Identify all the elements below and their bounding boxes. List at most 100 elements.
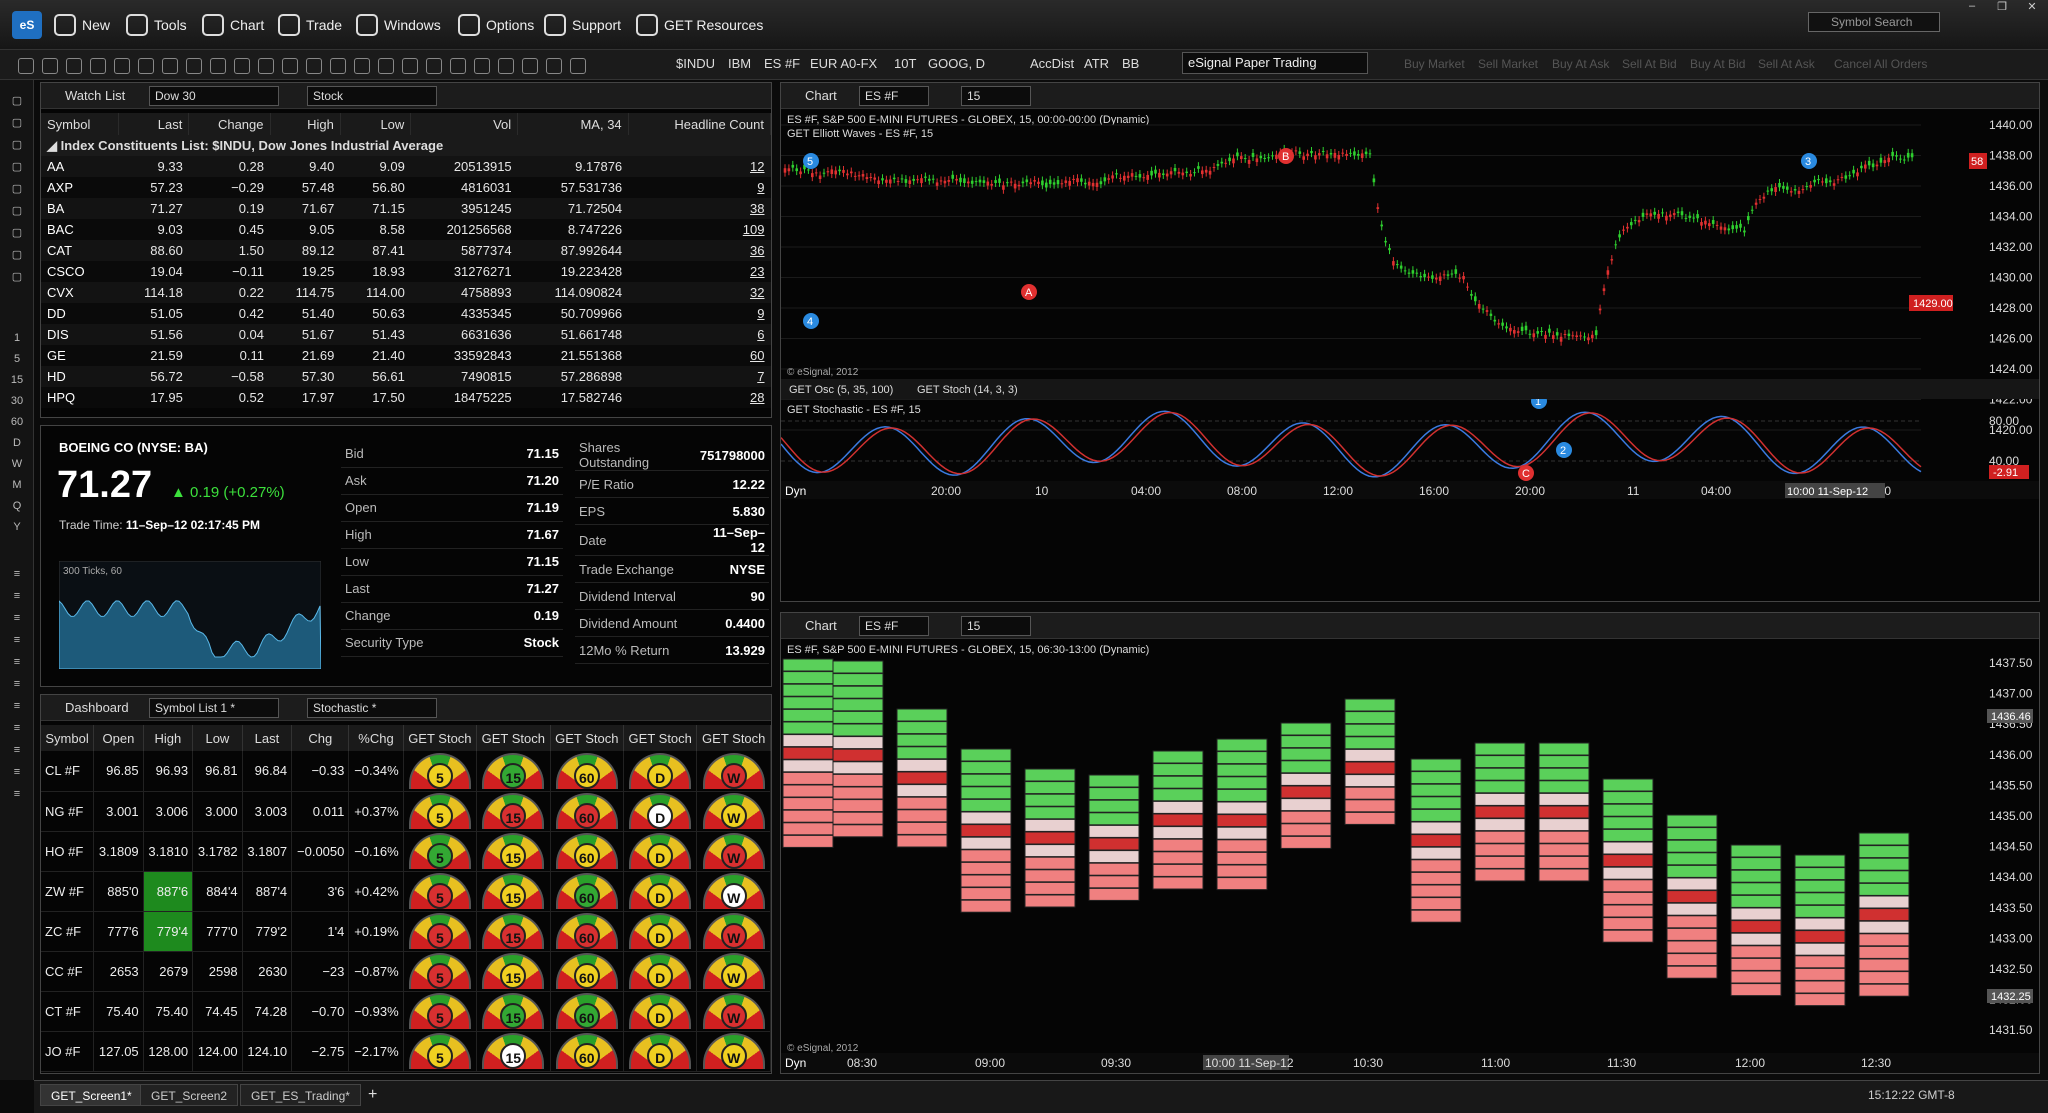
dashboard-list-select[interactable]: Symbol List 1 * — [149, 698, 279, 718]
watchlist-row[interactable]: CAT 88.60 1.50 89.12 87.41 5877374 87.992644 36 — [41, 240, 771, 261]
esignal-logo[interactable]: eS — [12, 11, 42, 39]
toolbar-symbol-link[interactable]: EUR A0-FX — [810, 54, 877, 74]
strip-tool-icon[interactable]: ▢ — [4, 248, 30, 261]
toolbar-tool-icon[interactable] — [66, 58, 82, 74]
toolbar-tool-icon[interactable] — [186, 58, 202, 74]
dashboard-column-header[interactable]: GET Stoch — [403, 725, 476, 751]
toolbar-tool-icon[interactable] — [90, 58, 106, 74]
order-button-sell-market[interactable]: Sell Market — [1478, 54, 1538, 74]
menu-options-button[interactable]: Options — [458, 13, 534, 37]
toolbar-symbol-link[interactable]: 10T — [894, 54, 916, 74]
toolbar-tool-icon[interactable] — [474, 58, 490, 74]
strip-drawing-icon[interactable]: ≡ — [4, 788, 30, 800]
interval-button-5[interactable]: 5 — [4, 353, 30, 365]
dashboard-row[interactable]: ZC #F 777'6 779'4 777'0 779'2 1'4 +0.19% 5 15 60 D… — [41, 911, 771, 951]
account-select[interactable]: eSignal Paper Trading — [1182, 52, 1368, 74]
menu-chart-button[interactable]: Chart — [202, 13, 264, 37]
toolbar-symbol-link[interactable]: GOOG, D — [928, 54, 985, 74]
dashboard-column-header[interactable]: GET Stoch — [550, 725, 623, 751]
toolbar-study-button[interactable]: BB — [1122, 54, 1139, 74]
strip-tool-icon[interactable]: ▢ — [4, 138, 30, 151]
order-button-sell-at-ask[interactable]: Sell At Ask — [1758, 54, 1815, 74]
dashboard-column-header[interactable]: Low — [193, 725, 243, 751]
interval-button-15[interactable]: 15 — [4, 374, 30, 386]
symbol-search-box[interactable]: Symbol Search — [1808, 12, 1940, 32]
toolbar-tool-icon[interactable] — [570, 58, 586, 74]
watchlist-row[interactable]: BAC 9.03 0.45 9.05 8.58 201256568 8.747226 109 — [41, 219, 771, 240]
interval-button-30[interactable]: 30 — [4, 395, 30, 407]
interval-button-Y[interactable]: Y — [4, 521, 30, 533]
interval-button-1[interactable]: 1 — [4, 332, 30, 344]
minimize-button[interactable]: – — [1960, 0, 1984, 14]
strip-drawing-icon[interactable]: ≡ — [4, 612, 30, 624]
strip-drawing-icon[interactable]: ≡ — [4, 656, 30, 668]
watchlist-row[interactable]: BA 71.27 0.19 71.67 71.15 3951245 71.72504 38 — [41, 198, 771, 219]
dashboard-row[interactable]: CT #F 75.40 75.40 74.45 74.28 −0.70 −0.93% 5 15 6… — [41, 991, 771, 1031]
dashboard-column-header[interactable]: GET Stoch — [477, 725, 550, 751]
dashboard-row[interactable]: CL #F 96.85 96.93 96.81 96.84 −0.33 −0.34% 5 15 6… — [41, 751, 771, 791]
toolbar-tool-icon[interactable] — [18, 58, 34, 74]
chart2-symbol-select[interactable]: ES #F — [859, 616, 929, 636]
watchlist-column-header[interactable]: MA, 34 — [518, 113, 629, 135]
strip-tool-icon[interactable]: ▢ — [4, 160, 30, 173]
toolbar-tool-icon[interactable] — [450, 58, 466, 74]
watchlist-type-select[interactable]: Stock — [307, 86, 437, 106]
dashboard-column-header[interactable]: Last — [242, 725, 292, 751]
toolbar-tool-icon[interactable] — [498, 58, 514, 74]
menu-support-button[interactable]: Support — [544, 13, 621, 37]
chart2-interval-select[interactable]: 15 — [961, 616, 1031, 636]
strip-tool-icon[interactable]: ▢ — [4, 94, 30, 107]
toolbar-tool-icon[interactable] — [378, 58, 394, 74]
watchlist-row[interactable]: DD 51.05 0.42 51.40 50.63 4335345 50.709966 9 — [41, 303, 771, 324]
toolbar-tool-icon[interactable] — [546, 58, 562, 74]
dashboard-column-header[interactable]: High — [143, 725, 193, 751]
close-icon[interactable]: ✕ — [2020, 0, 2044, 14]
watchlist-column-header[interactable]: Change — [189, 113, 270, 135]
strip-drawing-icon[interactable]: ≡ — [4, 722, 30, 734]
screen-tab[interactable]: GET_Screen2 — [140, 1084, 238, 1106]
watchlist-row[interactable]: HPQ 17.95 0.52 17.97 17.50 18475225 17.582746 2… — [41, 387, 771, 408]
toolbar-tool-icon[interactable] — [138, 58, 154, 74]
dashboard-row[interactable]: ZW #F 885'0 887'6 884'4 887'4 3'6 +0.42% 5 15 60 D… — [41, 871, 771, 911]
strip-drawing-icon[interactable]: ≡ — [4, 700, 30, 712]
chart1-interval-select[interactable]: 15 — [961, 86, 1031, 106]
toolbar-study-button[interactable]: ATR — [1084, 54, 1109, 74]
menu-get-resources-button[interactable]: GET Resources — [636, 13, 763, 37]
chart1-study-tab[interactable]: GET Stoch (14, 3, 3) — [917, 384, 1018, 396]
order-button-buy-at-bid[interactable]: Buy At Bid — [1690, 54, 1745, 74]
strip-drawing-icon[interactable]: ≡ — [4, 568, 30, 580]
order-button-sell-at-bid[interactable]: Sell At Bid — [1622, 54, 1677, 74]
watchlist-column-header[interactable]: Vol — [411, 113, 518, 135]
interval-button-Q[interactable]: Q — [4, 500, 30, 512]
dashboard-row[interactable]: NG #F 3.001 3.006 3.000 3.003 0.011 +0.37% 5 15 6… — [41, 791, 771, 831]
dashboard-column-header[interactable]: Chg — [292, 725, 349, 751]
strip-drawing-icon[interactable]: ≡ — [4, 678, 30, 690]
toolbar-tool-icon[interactable] — [402, 58, 418, 74]
toolbar-tool-icon[interactable] — [162, 58, 178, 74]
watchlist-row[interactable]: DIS 51.56 0.04 51.67 51.43 6631636 51.661748 6 — [41, 324, 771, 345]
watchlist-column-header[interactable]: Low — [340, 113, 410, 135]
watchlist-row[interactable]: AA 9.33 0.28 9.40 9.09 20513915 9.17876 12 — [41, 156, 771, 177]
toolbar-tool-icon[interactable] — [426, 58, 442, 74]
strip-tool-icon[interactable]: ▢ — [4, 270, 30, 283]
strip-drawing-icon[interactable]: ≡ — [4, 766, 30, 778]
chart2-canvas[interactable]: ES #F, S&P 500 E-MINI FUTURES - GLOBEX, … — [781, 639, 2039, 1073]
chart1-symbol-select[interactable]: ES #F — [859, 86, 929, 106]
toolbar-tool-icon[interactable] — [522, 58, 538, 74]
toolbar-tool-icon[interactable] — [234, 58, 250, 74]
menu-windows-button[interactable]: Windows — [356, 13, 441, 37]
watchlist-row[interactable]: GE 21.59 0.11 21.69 21.40 33592843 21.551368 60 — [41, 345, 771, 366]
watchlist-list-select[interactable]: Dow 30 — [149, 86, 279, 106]
watchlist-column-header[interactable]: Headline Count — [628, 113, 770, 135]
dashboard-column-header[interactable]: %Chg — [349, 725, 403, 751]
watchlist-column-header[interactable]: Last — [118, 113, 188, 135]
dashboard-column-header[interactable]: GET Stoch — [697, 725, 771, 751]
dashboard-column-header[interactable]: GET Stoch — [624, 725, 697, 751]
restore-button[interactable]: ❐ — [1990, 0, 2014, 14]
interval-button-D[interactable]: D — [4, 437, 30, 449]
strip-drawing-icon[interactable]: ≡ — [4, 590, 30, 602]
dashboard-column-header[interactable]: Symbol — [41, 725, 94, 751]
toolbar-tool-icon[interactable] — [282, 58, 298, 74]
dashboard-row[interactable]: CC #F 2653 2679 2598 2630 −23 −0.87% 5 15 60 D W — [41, 951, 771, 991]
toolbar-tool-icon[interactable] — [210, 58, 226, 74]
